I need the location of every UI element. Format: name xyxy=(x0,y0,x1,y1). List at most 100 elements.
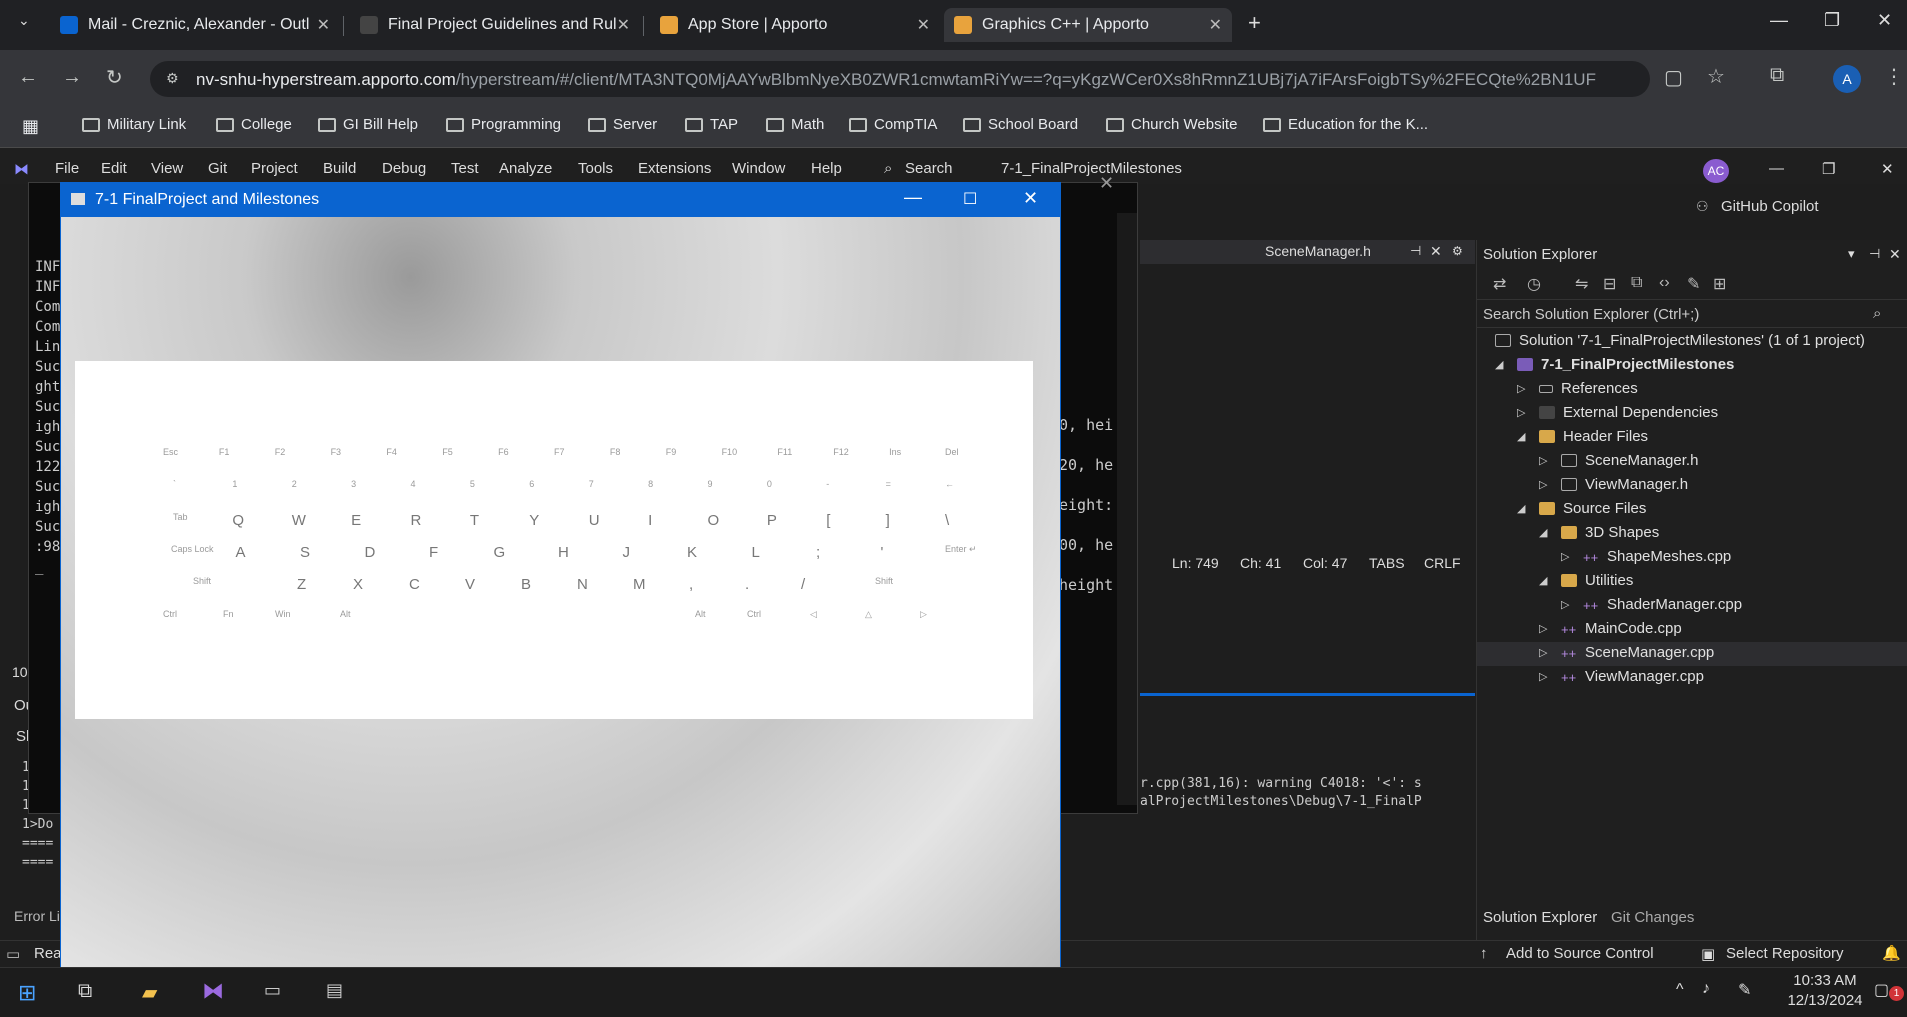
task-view-icon[interactable]: ⧉ xyxy=(78,980,92,1003)
pen-icon[interactable]: ✎ xyxy=(1738,980,1751,1000)
collapse-caret[interactable]: ▷ xyxy=(1539,670,1547,683)
profile-avatar[interactable]: A xyxy=(1833,65,1861,93)
app-maximize-button[interactable]: ☐ xyxy=(963,189,977,209)
file-viewmanager-cpp[interactable]: ++ ViewManager.cpp xyxy=(1561,668,1704,685)
visual-studio-icon[interactable]: ⧓ xyxy=(202,978,224,1004)
file-scenemanager-h[interactable]: SceneManager.h xyxy=(1561,452,1698,469)
close-icon[interactable]: ✕ xyxy=(1889,246,1901,263)
menu-extensions[interactable]: Extensions xyxy=(638,160,711,177)
line-ending[interactable]: CRLF xyxy=(1424,555,1461,571)
collapse-caret[interactable]: ▷ xyxy=(1561,598,1569,611)
bookmark-folder[interactable]: Military Link xyxy=(82,116,186,133)
bookmark-folder[interactable]: Church Website xyxy=(1106,116,1237,133)
apps-grid-icon[interactable]: ▦ xyxy=(22,116,39,137)
references-node[interactable]: References xyxy=(1539,380,1638,397)
sync-icon[interactable]: ⇄ xyxy=(1493,274,1506,294)
bookmark-folder[interactable]: TAP xyxy=(685,116,738,133)
back-icon[interactable]: ← xyxy=(18,66,38,89)
site-info-icon[interactable]: ⚙ xyxy=(166,70,179,87)
collapse-caret[interactable]: ▷ xyxy=(1539,622,1547,635)
solution-node[interactable]: Solution '7-1_FinalProjectMilestones' (1… xyxy=(1495,332,1865,349)
close-icon[interactable]: ✕ xyxy=(1209,15,1222,35)
bell-icon[interactable]: 🔔 xyxy=(1882,944,1901,962)
menu-build[interactable]: Build xyxy=(323,160,356,177)
volume-icon[interactable]: ♪ xyxy=(1702,980,1710,998)
menu-help[interactable]: Help xyxy=(811,160,842,177)
opengl-app-icon[interactable]: ▤ xyxy=(326,980,343,1001)
file-viewmanager-h[interactable]: ViewManager.h xyxy=(1561,476,1688,493)
show-all-icon[interactable]: ⧉ xyxy=(1631,274,1642,292)
expand-caret[interactable]: ◢ xyxy=(1517,502,1525,515)
minimize-button[interactable]: — xyxy=(1770,10,1788,31)
collapse-caret[interactable]: ▷ xyxy=(1561,550,1569,563)
folder-utilities[interactable]: Utilities xyxy=(1561,572,1633,589)
bookmark-folder[interactable]: College xyxy=(216,116,292,133)
collapse-caret[interactable]: ▷ xyxy=(1517,406,1525,419)
more-menu-icon[interactable]: ⋮ xyxy=(1884,64,1904,89)
rendered-scene[interactable]: Esc F1 F2 F3 F4 F5 F6 F7 F8 F9 F10 F11 F12 Ins Del ` 1 2 3… xyxy=(61,217,1060,969)
menu-tools[interactable]: Tools xyxy=(578,160,613,177)
vs-close-button[interactable]: ✕ xyxy=(1881,160,1894,178)
close-icon[interactable]: ✕ xyxy=(317,15,330,35)
bookmark-star-icon[interactable]: ☆ xyxy=(1707,64,1725,89)
collapse-caret[interactable]: ▷ xyxy=(1539,478,1547,491)
omnibox[interactable]: ⚙ nv-snhu-hyperstream.apporto.com/hypers… xyxy=(150,61,1650,97)
editor-tab-scenemanager-h[interactable]: SceneManager.h xyxy=(1265,243,1371,259)
terminal-icon[interactable]: ▭ xyxy=(264,980,281,1001)
file-explorer-icon[interactable]: ▰ xyxy=(142,980,157,1005)
bookmark-folder[interactable]: Education for the K... xyxy=(1263,116,1428,133)
menu-debug[interactable]: Debug xyxy=(382,160,426,177)
menu-git[interactable]: Git xyxy=(208,160,227,177)
reload-icon[interactable]: ↻ xyxy=(106,65,123,90)
close-icon[interactable]: ✕ xyxy=(1430,243,1442,260)
tab-solution-explorer[interactable]: Solution Explorer xyxy=(1483,909,1597,926)
bookmark-folder[interactable]: School Board xyxy=(963,116,1078,133)
chevron-down-icon[interactable]: ▾ xyxy=(1848,246,1855,262)
gear-icon[interactable]: ⚙ xyxy=(1452,244,1463,258)
search-icon[interactable]: ⌕ xyxy=(1873,305,1881,322)
restore-button[interactable]: ❐ xyxy=(1824,10,1840,31)
url-text[interactable]: nv-snhu-hyperstream.apporto.com/hyperstr… xyxy=(196,70,1596,90)
bookmark-folder[interactable]: Server xyxy=(588,116,657,133)
collapse-caret[interactable]: ▷ xyxy=(1539,646,1547,659)
file-shadermanager-cpp[interactable]: ++ ShaderManager.cpp xyxy=(1583,596,1742,613)
properties-wrench-icon[interactable]: ✎ xyxy=(1687,274,1700,294)
close-icon[interactable]: ✕ xyxy=(917,15,930,35)
search-icon[interactable]: ⌕ xyxy=(884,160,892,177)
expand-caret[interactable]: ◢ xyxy=(1495,358,1503,371)
notification-icon[interactable]: ▢ xyxy=(1874,980,1889,1000)
collapse-icon[interactable]: ⊟ xyxy=(1603,274,1616,294)
tab-app-store[interactable]: App Store | Apporto ✕ xyxy=(650,8,940,42)
menu-project[interactable]: Project xyxy=(251,160,298,177)
tab-git-changes[interactable]: Git Changes xyxy=(1611,909,1694,926)
indent-mode[interactable]: TABS xyxy=(1369,555,1405,571)
file-shapemeshes-cpp[interactable]: ++ ShapeMeshes.cpp xyxy=(1583,548,1731,565)
external-deps-node[interactable]: External Dependencies xyxy=(1539,404,1718,421)
user-avatar[interactable]: AC xyxy=(1703,159,1729,183)
vs-restore-button[interactable]: ❐ xyxy=(1822,160,1835,178)
switch-view-icon[interactable]: ⇋ xyxy=(1575,274,1588,294)
folder-3d-shapes[interactable]: 3D Shapes xyxy=(1561,524,1659,541)
history-icon[interactable]: ◷ xyxy=(1527,274,1541,294)
bookmark-folder[interactable]: Programming xyxy=(446,116,561,133)
console-scrollbar[interactable] xyxy=(1117,213,1137,805)
file-scenemanager-cpp[interactable]: ++ SceneManager.cpp xyxy=(1561,644,1714,661)
bookmark-folder[interactable]: GI Bill Help xyxy=(318,116,418,133)
solution-search-box[interactable]: Search Solution Explorer (Ctrl+;) ⌕ xyxy=(1477,302,1907,328)
forward-icon[interactable]: → xyxy=(62,66,82,89)
menu-edit[interactable]: Edit xyxy=(101,160,127,177)
close-icon[interactable]: ✕ xyxy=(617,15,630,35)
vs-search-button[interactable]: Search xyxy=(905,160,953,177)
expand-caret[interactable]: ◢ xyxy=(1539,526,1547,539)
copilot-button[interactable]: GitHub Copilot xyxy=(1721,198,1819,215)
collapse-caret[interactable]: ▷ xyxy=(1517,382,1525,395)
collapse-caret[interactable]: ▷ xyxy=(1539,454,1547,467)
expand-caret[interactable]: ◢ xyxy=(1517,430,1525,443)
select-repository[interactable]: Select Repository xyxy=(1726,945,1844,962)
tray-chevron-icon[interactable]: ^ xyxy=(1676,981,1684,999)
start-button[interactable]: ⊞ xyxy=(18,980,36,1006)
tab-mail[interactable]: Mail - Creznic, Alexander - Outl ✕ xyxy=(50,8,340,42)
close-window-button[interactable]: ✕ xyxy=(1877,10,1892,31)
bookmark-folder[interactable]: Math xyxy=(766,116,824,133)
expand-caret[interactable]: ◢ xyxy=(1539,574,1547,587)
